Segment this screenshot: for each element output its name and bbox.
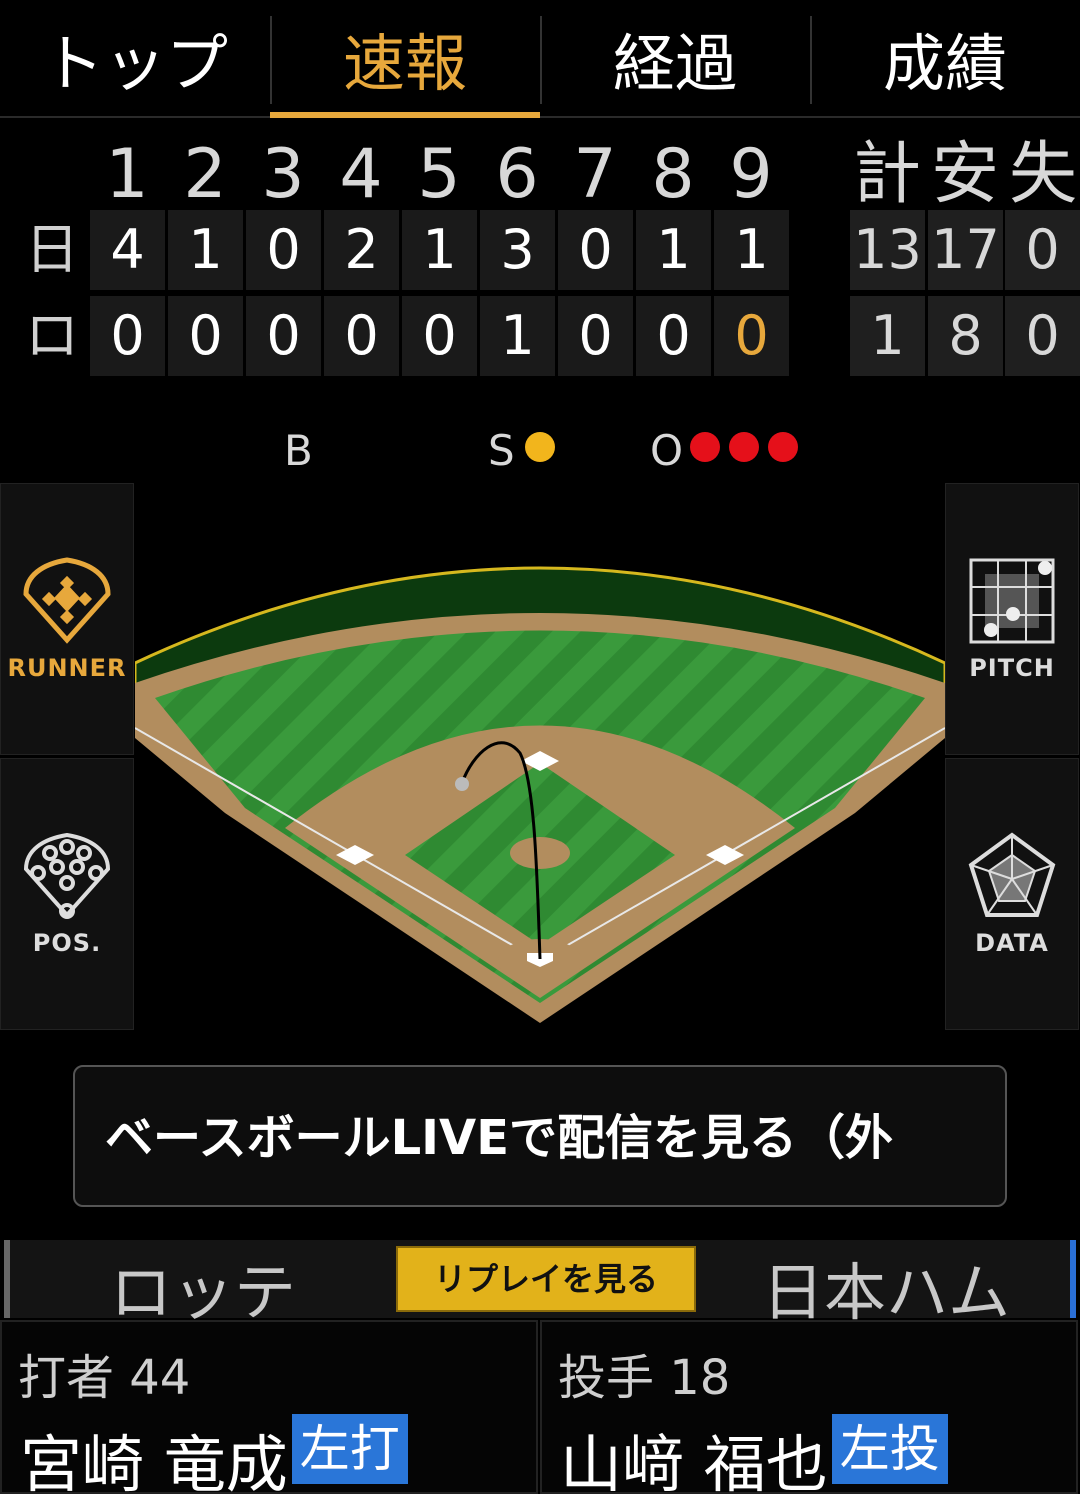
total-errors: 0 (1005, 210, 1080, 290)
baseball-field (133, 483, 947, 1031)
watch-live-button[interactable]: ベースボールLIVEで配信を見る（外 (73, 1065, 1007, 1207)
inning-score: 0 (558, 210, 633, 290)
positions-icon (23, 832, 111, 919)
total-hits: 8 (928, 296, 1003, 376)
inning-header: 3 (261, 135, 305, 214)
inning-score-current: 0 (714, 296, 789, 376)
inning-header: 1 (105, 135, 149, 214)
inning-header: 4 (339, 135, 383, 214)
inning-score: 1 (714, 210, 789, 290)
inning-header: 5 (417, 135, 461, 214)
pitcher-hand-badge: 左投 (831, 1414, 948, 1484)
balls-label: B (284, 426, 313, 475)
team-row-label: 日 (25, 218, 79, 281)
data-button[interactable]: DATA (945, 758, 1079, 1030)
out-dot (729, 432, 759, 462)
ball-marker (455, 777, 469, 791)
out-dot (690, 432, 720, 462)
inning-score: 4 (90, 210, 165, 290)
replay-button[interactable]: リプレイを見る (396, 1246, 696, 1312)
batter-panel[interactable]: 打者 44 宮崎 竜成 左打 (0, 1320, 538, 1494)
inning-score: 1 (402, 210, 477, 290)
data-label: DATA (975, 929, 1049, 957)
inning-header: 6 (495, 135, 539, 214)
tab-progress[interactable]: 経過 (540, 0, 810, 116)
pitcher-panel[interactable]: 投手 18 山﨑 福也 左投 (540, 1320, 1078, 1494)
batter-role: 打者 44 (18, 1350, 191, 1406)
strikes-label: S (488, 426, 515, 475)
total-header-runs: 計 (852, 135, 921, 214)
inning-score: 0 (324, 296, 399, 376)
pitch-grid-icon (969, 558, 1055, 644)
batter-hand-badge: 左打 (291, 1414, 408, 1484)
pitcher-name: 山﨑 福也 (560, 1428, 828, 1494)
pitcher-name-row: 山﨑 福也 左投 (560, 1414, 948, 1494)
strike-dot (525, 432, 555, 462)
inning-score: 0 (90, 296, 165, 376)
inning-score: 0 (558, 296, 633, 376)
tab-stats[interactable]: 成績 (810, 0, 1080, 116)
total-header-errors: 失 (1008, 135, 1077, 214)
total-runs: 1 (850, 296, 925, 376)
inning-score: 1 (168, 210, 243, 290)
inning-score: 1 (636, 210, 711, 290)
out-dot (768, 432, 798, 462)
tab-top[interactable]: トップ (0, 0, 270, 116)
inning-score: 0 (636, 296, 711, 376)
inning-header: 7 (573, 135, 617, 214)
team-row-label: ロ (25, 304, 79, 367)
runner-button[interactable]: RUNNER (0, 483, 134, 755)
total-header-hits: 安 (930, 135, 999, 214)
inning-score: 0 (402, 296, 477, 376)
pitcher-role: 投手 18 (558, 1350, 731, 1406)
position-button[interactable]: POS. (0, 758, 134, 1030)
batting-team-name: ロッテ (110, 1256, 297, 1329)
batter-name-row: 宮崎 竜成 左打 (20, 1414, 408, 1494)
total-hits: 17 (928, 210, 1003, 290)
tab-live[interactable]: 速報 (270, 0, 540, 118)
total-errors: 0 (1005, 296, 1080, 376)
top-tabs: トップ 速報 経過 成績 (0, 0, 1080, 118)
runner-icon (23, 557, 111, 644)
inning-score: 0 (246, 296, 321, 376)
radar-chart-icon (968, 832, 1056, 917)
inning-score: 0 (168, 296, 243, 376)
inning-header: 8 (651, 135, 695, 214)
runner-label: RUNNER (7, 654, 127, 682)
inning-header: 9 (729, 135, 773, 214)
inning-score: 0 (246, 210, 321, 290)
field-diagram (133, 566, 947, 1023)
fielding-team-name: 日本ハム (762, 1256, 1011, 1329)
inning-score: 3 (480, 210, 555, 290)
pitch-label: PITCH (969, 654, 1055, 682)
team-bar: ロッテ リプレイを見る 日本ハム (4, 1240, 1076, 1329)
scoreboard: 1 2 3 4 5 6 7 8 9 計 安 失 日 4 1 0 2 1 3 0 … (0, 130, 1080, 380)
position-label: POS. (32, 929, 102, 957)
batter-name: 宮崎 竜成 (20, 1428, 288, 1494)
pitch-button[interactable]: PITCH (945, 483, 1079, 755)
inning-score: 2 (324, 210, 399, 290)
inning-score: 1 (480, 296, 555, 376)
total-runs: 13 (850, 210, 925, 290)
outs-label: O (650, 426, 684, 475)
inning-header: 2 (183, 135, 227, 214)
